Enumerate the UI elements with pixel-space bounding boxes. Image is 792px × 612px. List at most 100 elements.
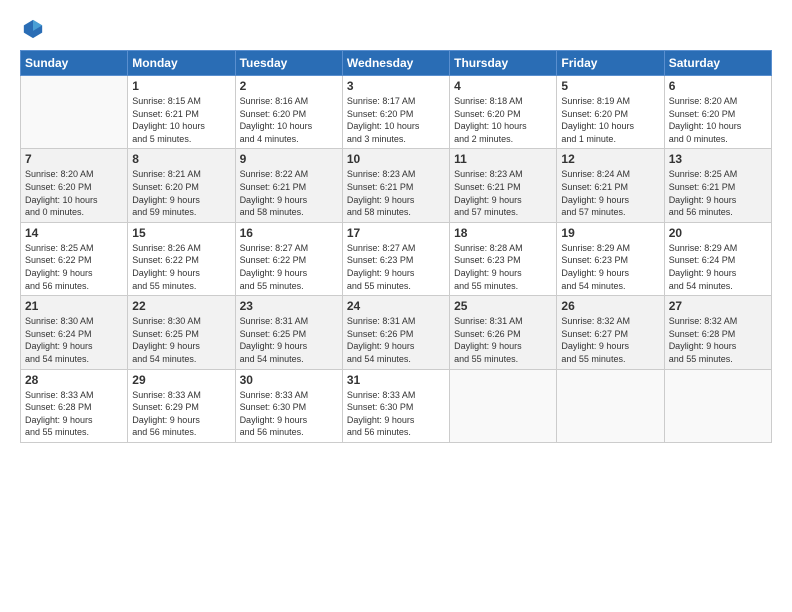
col-thursday: Thursday [450,51,557,76]
day-info: Sunrise: 8:31 AM Sunset: 6:25 PM Dayligh… [240,315,338,365]
calendar-week-row: 21 Sunrise: 8:30 AM Sunset: 6:24 PM Dayli… [21,296,772,369]
table-row: 11 Sunrise: 8:23 AM Sunset: 6:21 PM Dayli… [450,149,557,222]
day-number: 3 [347,79,445,93]
day-info: Sunrise: 8:20 AM Sunset: 6:20 PM Dayligh… [669,95,767,145]
day-number: 9 [240,152,338,166]
day-number: 7 [25,152,123,166]
col-sunday: Sunday [21,51,128,76]
day-number: 26 [561,299,659,313]
day-info: Sunrise: 8:26 AM Sunset: 6:22 PM Dayligh… [132,242,230,292]
col-friday: Friday [557,51,664,76]
day-info: Sunrise: 8:23 AM Sunset: 6:21 PM Dayligh… [454,168,552,218]
day-number: 21 [25,299,123,313]
day-number: 12 [561,152,659,166]
day-number: 19 [561,226,659,240]
day-info: Sunrise: 8:16 AM Sunset: 6:20 PM Dayligh… [240,95,338,145]
day-number: 5 [561,79,659,93]
day-number: 28 [25,373,123,387]
day-info: Sunrise: 8:33 AM Sunset: 6:30 PM Dayligh… [347,389,445,439]
table-row: 2 Sunrise: 8:16 AM Sunset: 6:20 PM Daylig… [235,76,342,149]
day-info: Sunrise: 8:28 AM Sunset: 6:23 PM Dayligh… [454,242,552,292]
day-info: Sunrise: 8:33 AM Sunset: 6:28 PM Dayligh… [25,389,123,439]
table-row: 9 Sunrise: 8:22 AM Sunset: 6:21 PM Daylig… [235,149,342,222]
table-row: 22 Sunrise: 8:30 AM Sunset: 6:25 PM Dayli… [128,296,235,369]
day-number: 13 [669,152,767,166]
table-row: 7 Sunrise: 8:20 AM Sunset: 6:20 PM Daylig… [21,149,128,222]
calendar-week-row: 7 Sunrise: 8:20 AM Sunset: 6:20 PM Daylig… [21,149,772,222]
table-row: 28 Sunrise: 8:33 AM Sunset: 6:28 PM Dayli… [21,369,128,442]
table-row: 5 Sunrise: 8:19 AM Sunset: 6:20 PM Daylig… [557,76,664,149]
day-info: Sunrise: 8:23 AM Sunset: 6:21 PM Dayligh… [347,168,445,218]
col-wednesday: Wednesday [342,51,449,76]
day-info: Sunrise: 8:24 AM Sunset: 6:21 PM Dayligh… [561,168,659,218]
day-info: Sunrise: 8:22 AM Sunset: 6:21 PM Dayligh… [240,168,338,218]
table-row: 10Sunrise: 8:23 AM Sunset: 6:21 PM Dayli… [342,149,449,222]
day-info: Sunrise: 8:29 AM Sunset: 6:24 PM Dayligh… [669,242,767,292]
col-tuesday: Tuesday [235,51,342,76]
table-row: 27 Sunrise: 8:32 AM Sunset: 6:28 PM Dayli… [664,296,771,369]
day-info: Sunrise: 8:31 AM Sunset: 6:26 PM Dayligh… [347,315,445,365]
table-row [450,369,557,442]
table-row: 20 Sunrise: 8:29 AM Sunset: 6:24 PM Dayli… [664,222,771,295]
table-row [21,76,128,149]
day-info: Sunrise: 8:15 AM Sunset: 6:21 PM Dayligh… [132,95,230,145]
col-monday: Monday [128,51,235,76]
day-number: 24 [347,299,445,313]
logo [20,18,44,40]
table-row: 21 Sunrise: 8:30 AM Sunset: 6:24 PM Dayli… [21,296,128,369]
day-info: Sunrise: 8:27 AM Sunset: 6:22 PM Dayligh… [240,242,338,292]
day-info: Sunrise: 8:20 AM Sunset: 6:20 PM Dayligh… [25,168,123,218]
table-row: 4 Sunrise: 8:18 AM Sunset: 6:20 PM Daylig… [450,76,557,149]
day-number: 6 [669,79,767,93]
day-info: Sunrise: 8:32 AM Sunset: 6:27 PM Dayligh… [561,315,659,365]
day-number: 18 [454,226,552,240]
day-info: Sunrise: 8:30 AM Sunset: 6:24 PM Dayligh… [25,315,123,365]
day-info: Sunrise: 8:31 AM Sunset: 6:26 PM Dayligh… [454,315,552,365]
day-number: 16 [240,226,338,240]
table-row: 14 Sunrise: 8:25 AM Sunset: 6:22 PM Dayli… [21,222,128,295]
calendar-week-row: 1 Sunrise: 8:15 AM Sunset: 6:21 PM Daylig… [21,76,772,149]
table-row: 25Sunrise: 8:31 AM Sunset: 6:26 PM Dayli… [450,296,557,369]
calendar-week-row: 14 Sunrise: 8:25 AM Sunset: 6:22 PM Dayli… [21,222,772,295]
day-number: 14 [25,226,123,240]
day-number: 27 [669,299,767,313]
day-info: Sunrise: 8:32 AM Sunset: 6:28 PM Dayligh… [669,315,767,365]
day-info: Sunrise: 8:25 AM Sunset: 6:22 PM Dayligh… [25,242,123,292]
day-number: 23 [240,299,338,313]
day-number: 31 [347,373,445,387]
day-info: Sunrise: 8:21 AM Sunset: 6:20 PM Dayligh… [132,168,230,218]
table-row: 13Sunrise: 8:25 AM Sunset: 6:21 PM Dayli… [664,149,771,222]
day-info: Sunrise: 8:18 AM Sunset: 6:20 PM Dayligh… [454,95,552,145]
day-number: 17 [347,226,445,240]
logo-icon [22,18,44,40]
table-row: 23 Sunrise: 8:31 AM Sunset: 6:25 PM Dayli… [235,296,342,369]
table-row: 1 Sunrise: 8:15 AM Sunset: 6:21 PM Daylig… [128,76,235,149]
day-number: 22 [132,299,230,313]
day-number: 20 [669,226,767,240]
table-row [557,369,664,442]
day-info: Sunrise: 8:27 AM Sunset: 6:23 PM Dayligh… [347,242,445,292]
table-row: 26 Sunrise: 8:32 AM Sunset: 6:27 PM Dayli… [557,296,664,369]
day-info: Sunrise: 8:19 AM Sunset: 6:20 PM Dayligh… [561,95,659,145]
table-row: 29 Sunrise: 8:33 AM Sunset: 6:29 PM Dayli… [128,369,235,442]
table-row: 3Sunrise: 8:17 AM Sunset: 6:20 PM Daylig… [342,76,449,149]
day-number: 29 [132,373,230,387]
day-number: 2 [240,79,338,93]
table-row: 17 Sunrise: 8:27 AM Sunset: 6:23 PM Dayli… [342,222,449,295]
table-row: 31 Sunrise: 8:33 AM Sunset: 6:30 PM Dayli… [342,369,449,442]
day-info: Sunrise: 8:33 AM Sunset: 6:30 PM Dayligh… [240,389,338,439]
day-info: Sunrise: 8:30 AM Sunset: 6:25 PM Dayligh… [132,315,230,365]
calendar-page: Sunday Monday Tuesday Wednesday Thursday… [0,0,792,612]
table-row: 24 Sunrise: 8:31 AM Sunset: 6:26 PM Dayli… [342,296,449,369]
day-number: 15 [132,226,230,240]
day-number: 1 [132,79,230,93]
day-number: 4 [454,79,552,93]
table-row: 6 Sunrise: 8:20 AM Sunset: 6:20 PM Daylig… [664,76,771,149]
table-row: 16 Sunrise: 8:27 AM Sunset: 6:22 PM Dayli… [235,222,342,295]
table-row: 12 Sunrise: 8:24 AM Sunset: 6:21 PM Dayli… [557,149,664,222]
table-row: 30Sunrise: 8:33 AM Sunset: 6:30 PM Dayli… [235,369,342,442]
header [20,18,772,40]
calendar-table: Sunday Monday Tuesday Wednesday Thursday… [20,50,772,443]
day-info: Sunrise: 8:33 AM Sunset: 6:29 PM Dayligh… [132,389,230,439]
day-number: 11 [454,152,552,166]
